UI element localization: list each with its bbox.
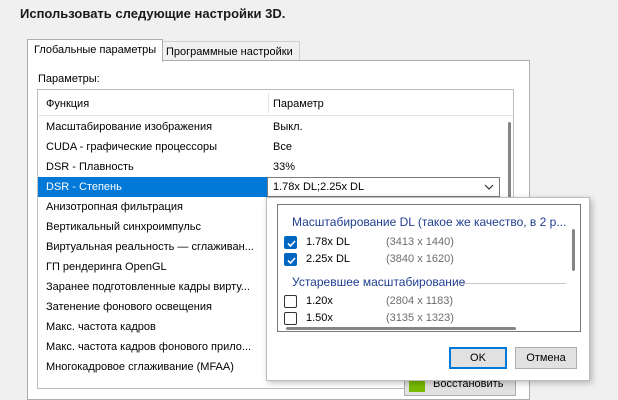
popup-horizontal-scrollbar[interactable] bbox=[278, 325, 568, 331]
option-2-25x-dl[interactable]: 2.25x DL (3840 x 1620) bbox=[284, 252, 564, 268]
row-function: DSR - Степень bbox=[38, 177, 267, 197]
dropdown-value: 1.78x DL;2.25x DL bbox=[273, 181, 365, 193]
checkbox-unchecked[interactable] bbox=[284, 295, 297, 308]
tab-program-settings[interactable]: Программные настройки bbox=[159, 41, 300, 61]
option-label: 1.50x bbox=[306, 312, 333, 324]
dsr-options-list[interactable]: Масштабирование DL (такое же качество, в… bbox=[277, 204, 581, 332]
row-function: CUDA - графические процессоры bbox=[46, 141, 218, 153]
checkbox-unchecked[interactable] bbox=[284, 312, 297, 325]
row-function: ГП рендеринга OpenGL bbox=[46, 261, 167, 273]
option-resolution: (2804 x 1183) bbox=[386, 295, 454, 307]
row-function: Масштабирование изображения bbox=[46, 121, 213, 133]
row-function: Заранее подготовленные кадры вирту... bbox=[46, 281, 250, 293]
group-header-legacy-scaling: Устаревшее масштабирование bbox=[292, 275, 466, 289]
cancel-button[interactable]: Отмена bbox=[515, 347, 577, 369]
row-function: Макс. частота кадров bbox=[46, 321, 156, 333]
option-resolution: (3135 x 1323) bbox=[386, 312, 454, 324]
row-function: DSR - Плавность bbox=[46, 161, 134, 173]
dsr-factor-popup: Масштабирование DL (такое же качество, в… bbox=[266, 197, 590, 381]
popup-horizontal-scrollbar-thumb[interactable] bbox=[286, 327, 516, 330]
option-label: 1.78x DL bbox=[306, 236, 351, 248]
row-value: 33% bbox=[273, 161, 296, 173]
option-label: 1.20x bbox=[306, 295, 333, 307]
group-header-dl-scaling: Масштабирование DL (такое же качество, в… bbox=[292, 215, 567, 229]
ok-button[interactable]: OK bbox=[449, 347, 507, 369]
list-header: Функция Параметр bbox=[38, 90, 513, 116]
checkmark-icon bbox=[287, 257, 296, 265]
row-function: Анизотропная фильтрация bbox=[46, 201, 183, 213]
popup-vertical-scrollbar[interactable] bbox=[570, 209, 578, 327]
checkmark-icon bbox=[287, 240, 296, 248]
page-heading: Использовать следующие настройки 3D. bbox=[20, 6, 286, 21]
table-row[interactable]: Масштабирование изображения Выкл. bbox=[38, 117, 506, 137]
table-row[interactable]: CUDA - графические процессоры Все bbox=[38, 137, 506, 157]
group-divider bbox=[460, 283, 566, 284]
row-function: Макс. частота кадров фонового прило... bbox=[46, 341, 252, 353]
column-separator bbox=[268, 93, 269, 113]
table-row[interactable]: DSR - Плавность 33% bbox=[38, 157, 506, 177]
row-value: Все bbox=[273, 141, 292, 153]
column-function[interactable]: Функция bbox=[46, 98, 89, 110]
row-function: Виртуальная реальность — сглаживан... bbox=[46, 241, 254, 253]
popup-vertical-scrollbar-thumb[interactable] bbox=[572, 229, 575, 271]
checkbox-checked[interactable] bbox=[284, 253, 297, 266]
checkbox-checked[interactable] bbox=[284, 236, 297, 249]
dsr-factor-dropdown[interactable]: 1.78x DL;2.25x DL bbox=[267, 177, 500, 197]
option-resolution: (3413 x 1440) bbox=[386, 236, 454, 248]
row-function: Вертикальный синхроимпульс bbox=[46, 221, 202, 233]
option-label: 2.25x DL bbox=[306, 253, 351, 265]
option-resolution: (3840 x 1620) bbox=[386, 253, 454, 265]
option-1-78x-dl[interactable]: 1.78x DL (3413 x 1440) bbox=[284, 235, 564, 251]
option-1-20x[interactable]: 1.20x (2804 x 1183) bbox=[284, 294, 564, 310]
tab-global-settings[interactable]: Глобальные параметры bbox=[27, 39, 164, 62]
row-function: Многокадровое сглаживание (MFAA) bbox=[46, 361, 234, 373]
row-function: Затенение фонового освещения bbox=[46, 301, 212, 313]
table-row-selected[interactable]: DSR - Степень 1.78x DL;2.25x DL bbox=[38, 177, 506, 197]
row-value: Выкл. bbox=[273, 121, 303, 133]
column-param[interactable]: Параметр bbox=[273, 98, 324, 110]
params-label: Параметры: bbox=[38, 73, 100, 85]
chevron-down-icon[interactable] bbox=[482, 180, 496, 194]
